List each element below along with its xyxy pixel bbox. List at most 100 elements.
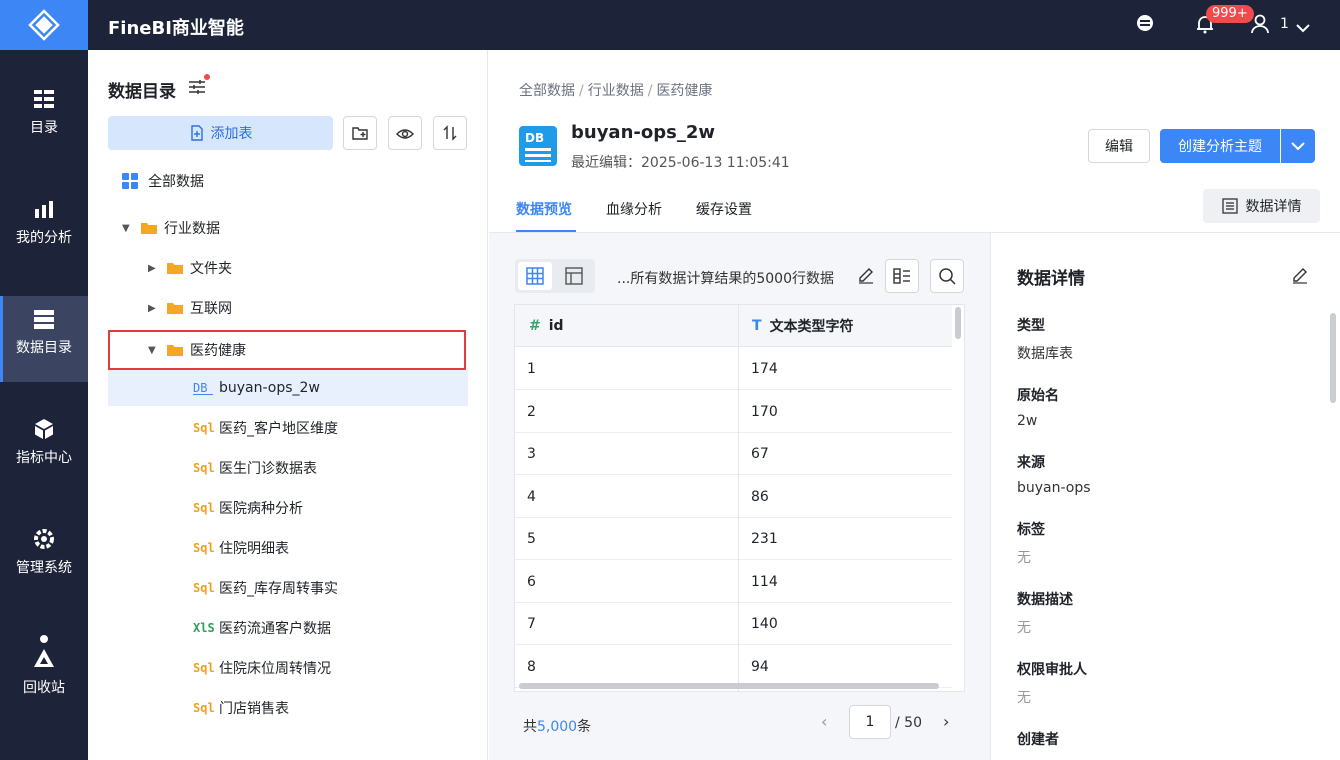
nav-label: 数据目录	[16, 340, 72, 356]
new-folder-button[interactable]	[343, 116, 377, 150]
tree-item-table[interactable]: Sql 医院病种分析	[108, 490, 468, 526]
cell-id[interactable]: 2	[527, 391, 536, 433]
tree-item-table[interactable]: XlS 医药流通客户数据	[108, 610, 468, 646]
view-toggle	[515, 259, 595, 293]
tree-item-table[interactable]: Sql 医药_客户地区维度	[108, 410, 468, 446]
tree-item-table[interactable]: Sql 医药_库存周转事实	[108, 570, 468, 606]
user-name[interactable]: 1	[1280, 16, 1289, 32]
cell-text[interactable]: 86	[751, 476, 769, 518]
column-header-text[interactable]: T 文本类型字符	[752, 305, 854, 347]
tree-item-folder[interactable]: ▶ 文件夹	[108, 250, 468, 286]
catalog-icon	[34, 90, 54, 108]
filter-icon[interactable]	[188, 78, 206, 100]
data-details-button[interactable]: 数据详情	[1203, 189, 1320, 223]
tree-label: 医院病种分析	[219, 501, 303, 517]
cell-text[interactable]: 94	[751, 646, 769, 688]
nav-item-data-catalog[interactable]: 数据目录	[0, 296, 88, 382]
breadcrumb-item[interactable]: 全部数据	[519, 83, 575, 99]
nav-item-my-analysis[interactable]: 我的分析	[0, 197, 88, 283]
tab-data-preview[interactable]: 数据预览	[516, 199, 572, 219]
table-name: buyan-ops_2w	[571, 122, 715, 143]
user-icon[interactable]	[1251, 14, 1269, 38]
add-folder-icon	[352, 127, 368, 140]
detail-value: 2w	[1017, 413, 1038, 429]
breadcrumb-item[interactable]: 行业数据	[588, 83, 644, 99]
nav-item-admin[interactable]: 管理系统	[0, 527, 88, 613]
tab-lineage[interactable]: 血缘分析	[606, 199, 662, 219]
tree-label: 门店销售表	[219, 701, 289, 717]
cell-id[interactable]: 6	[527, 561, 536, 603]
excel-icon: XlS	[193, 621, 215, 635]
tree-item-all-data[interactable]: 全部数据	[108, 163, 468, 199]
text-icon: T	[752, 318, 762, 334]
edit-limit-icon[interactable]	[857, 266, 875, 288]
tree-item-table[interactable]: Sql 住院明细表	[108, 530, 468, 566]
nav-item-catalog[interactable]: 目录	[0, 87, 88, 173]
breadcrumb: 全部数据 / 行业数据 / 医药健康	[519, 83, 713, 99]
tree-item-medical-health[interactable]: ▼ 医药健康	[108, 330, 466, 370]
visibility-button[interactable]	[388, 116, 422, 150]
search-button[interactable]	[930, 259, 964, 293]
tree-item-table[interactable]: Sql 门店销售表	[108, 690, 468, 726]
tree-item-internet[interactable]: ▶ 互联网	[108, 290, 468, 326]
minus-circle-icon[interactable]	[1136, 14, 1154, 36]
sort-button[interactable]	[433, 116, 467, 150]
horizontal-scrollbar[interactable]	[519, 683, 939, 689]
prev-page-icon[interactable]: ‹	[821, 712, 827, 731]
sort-icon	[443, 125, 457, 141]
add-table-button[interactable]: 添加表	[108, 116, 333, 150]
grid-view-button[interactable]	[518, 262, 552, 290]
caret-right-icon[interactable]: ▶	[148, 303, 160, 314]
next-page-icon[interactable]: ›	[943, 712, 949, 731]
caret-right-icon[interactable]: ▶	[148, 263, 160, 274]
cell-id[interactable]: 8	[527, 646, 536, 688]
nav-item-metrics[interactable]: 指标中心	[0, 417, 88, 503]
tree-item-table[interactable]: DB buyan-ops_2w	[108, 370, 468, 406]
tree-label: 医药_客户地区维度	[219, 421, 338, 437]
caret-down-icon[interactable]: ▼	[122, 223, 134, 234]
field-settings-button[interactable]	[885, 259, 919, 293]
data-grid: # id T 文本类型字符 1 174 2 170 3 67 4 86 5 231 6 114 7 140…	[514, 304, 965, 692]
folder-icon	[141, 223, 157, 234]
edit-button[interactable]: 编辑	[1088, 129, 1150, 163]
cell-text[interactable]: 170	[751, 391, 778, 433]
tree-item-table[interactable]: Sql 住院床位周转情况	[108, 650, 468, 686]
sql-icon: Sql	[193, 581, 215, 595]
create-dropdown-button[interactable]	[1281, 129, 1315, 163]
detail-value: 无	[1017, 620, 1031, 636]
page-input[interactable]: 1	[849, 705, 891, 739]
detail-value: 无	[1017, 690, 1031, 706]
chevron-down-icon[interactable]	[1296, 18, 1310, 37]
breadcrumb-item[interactable]: 医药健康	[656, 83, 712, 99]
preview-limit-text: ...所有数据计算结果的5000行数据	[617, 271, 834, 287]
cell-text[interactable]: 67	[751, 433, 769, 475]
edit-details-icon[interactable]	[1291, 266, 1309, 288]
cell-id[interactable]: 7	[527, 603, 536, 645]
vertical-scrollbar[interactable]	[955, 307, 961, 339]
create-analysis-button[interactable]: 创建分析主题	[1160, 129, 1280, 163]
tree-item-table[interactable]: Sql 医生门诊数据表	[108, 450, 468, 486]
cell-id[interactable]: 3	[527, 433, 536, 475]
column-name: 文本类型字符	[769, 319, 854, 335]
tree-label: 医药健康	[190, 343, 246, 359]
tree-label: buyan-ops_2w	[219, 380, 320, 396]
sql-icon: Sql	[193, 461, 215, 475]
database-icon: DB	[193, 382, 213, 395]
cell-text[interactable]: 140	[751, 603, 778, 645]
tree-item-industry-data[interactable]: ▼ 行业数据	[108, 210, 468, 246]
cell-text[interactable]: 231	[751, 518, 778, 560]
cell-id[interactable]: 1	[527, 348, 536, 390]
layout-view-button[interactable]	[557, 262, 591, 290]
nav-item-recycle[interactable]: 回收站	[0, 635, 88, 721]
tab-cache-settings[interactable]: 缓存设置	[696, 199, 752, 219]
cell-id[interactable]: 5	[527, 518, 536, 560]
caret-down-icon[interactable]: ▼	[148, 345, 160, 356]
tree-label: 医药_库存周转事实	[219, 581, 338, 597]
app-logo[interactable]	[0, 0, 88, 50]
cell-id[interactable]: 4	[527, 476, 536, 518]
tree-label: 全部数据	[148, 174, 204, 190]
details-scrollbar[interactable]	[1330, 313, 1336, 403]
column-header-id[interactable]: # id	[529, 305, 564, 347]
cell-text[interactable]: 174	[751, 348, 778, 390]
cell-text[interactable]: 114	[751, 561, 778, 603]
